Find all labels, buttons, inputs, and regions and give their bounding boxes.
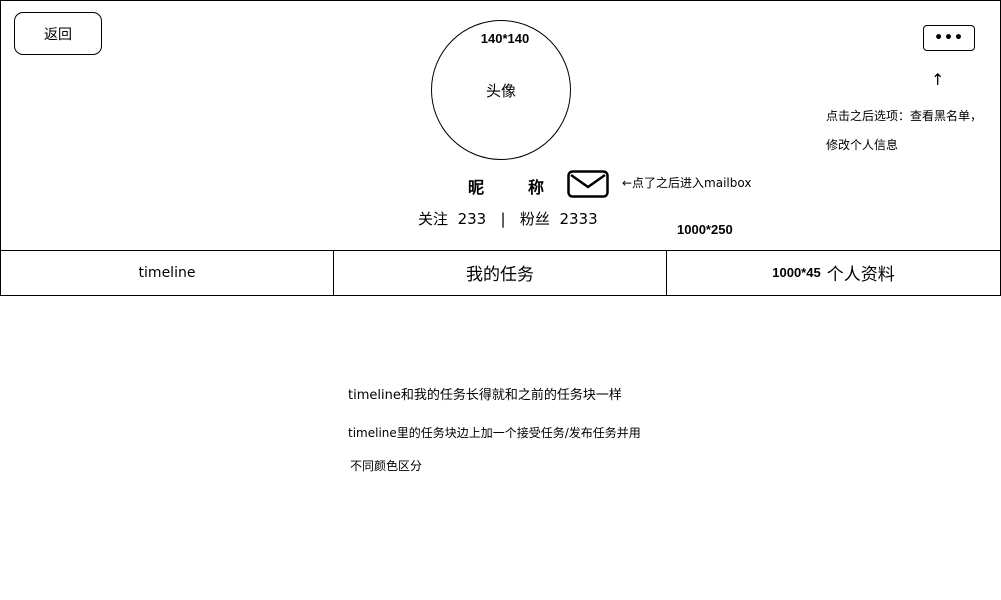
more-options-note-line2: 修改个人信息 <box>826 138 899 152</box>
following-count: 233 <box>457 210 487 228</box>
back-button[interactable]: 返回 <box>14 12 102 55</box>
back-button-label: 返回 <box>44 26 72 43</box>
follow-stats: 关注 233 | 粉丝 2333 <box>418 208 598 229</box>
mailbox-note: ←点了之后进入mailbox <box>622 176 752 190</box>
following-link[interactable]: 关注 233 <box>418 208 486 229</box>
tab-timeline[interactable]: timeline <box>1 250 334 295</box>
stats-divider: | <box>500 210 506 228</box>
tab-my-tasks-label: 我的任务 <box>466 265 534 285</box>
up-arrow-annotation: ↑ <box>931 70 945 89</box>
avatar[interactable]: 头像 <box>431 20 571 160</box>
tab-bar: timeline 我的任务 1000*45 个人资料 <box>0 250 1001 296</box>
tabs-size-note: 1000*45 <box>772 265 821 280</box>
tab-my-tasks[interactable]: 我的任务 <box>334 250 667 295</box>
tab-profile-label: 个人资料 <box>826 265 895 285</box>
design-note-line3: 不同颜色区分 <box>350 459 423 473</box>
following-label: 关注 <box>418 210 449 228</box>
mail-icon[interactable] <box>567 170 609 198</box>
header-size-note: 1000*250 <box>677 222 733 237</box>
avatar-label: 头像 <box>485 81 516 100</box>
followers-label: 粉丝 <box>519 210 550 228</box>
more-options-button[interactable]: ••• <box>923 25 975 51</box>
followers-count: 2333 <box>559 210 598 228</box>
tab-profile[interactable]: 1000*45 个人资料 <box>667 250 1000 295</box>
more-options-note-line1: 点击之后选项：查看黑名单， <box>826 109 983 123</box>
followers-link[interactable]: 粉丝 2333 <box>520 208 598 229</box>
design-note-line1: timeline和我的任务长得就和之前的任务块一样 <box>348 388 622 403</box>
tab-timeline-label: timeline <box>138 264 196 281</box>
design-note-line2: timeline里的任务块边上加一个接受任务/发布任务并用 <box>348 426 641 440</box>
more-icon: ••• <box>934 30 964 46</box>
